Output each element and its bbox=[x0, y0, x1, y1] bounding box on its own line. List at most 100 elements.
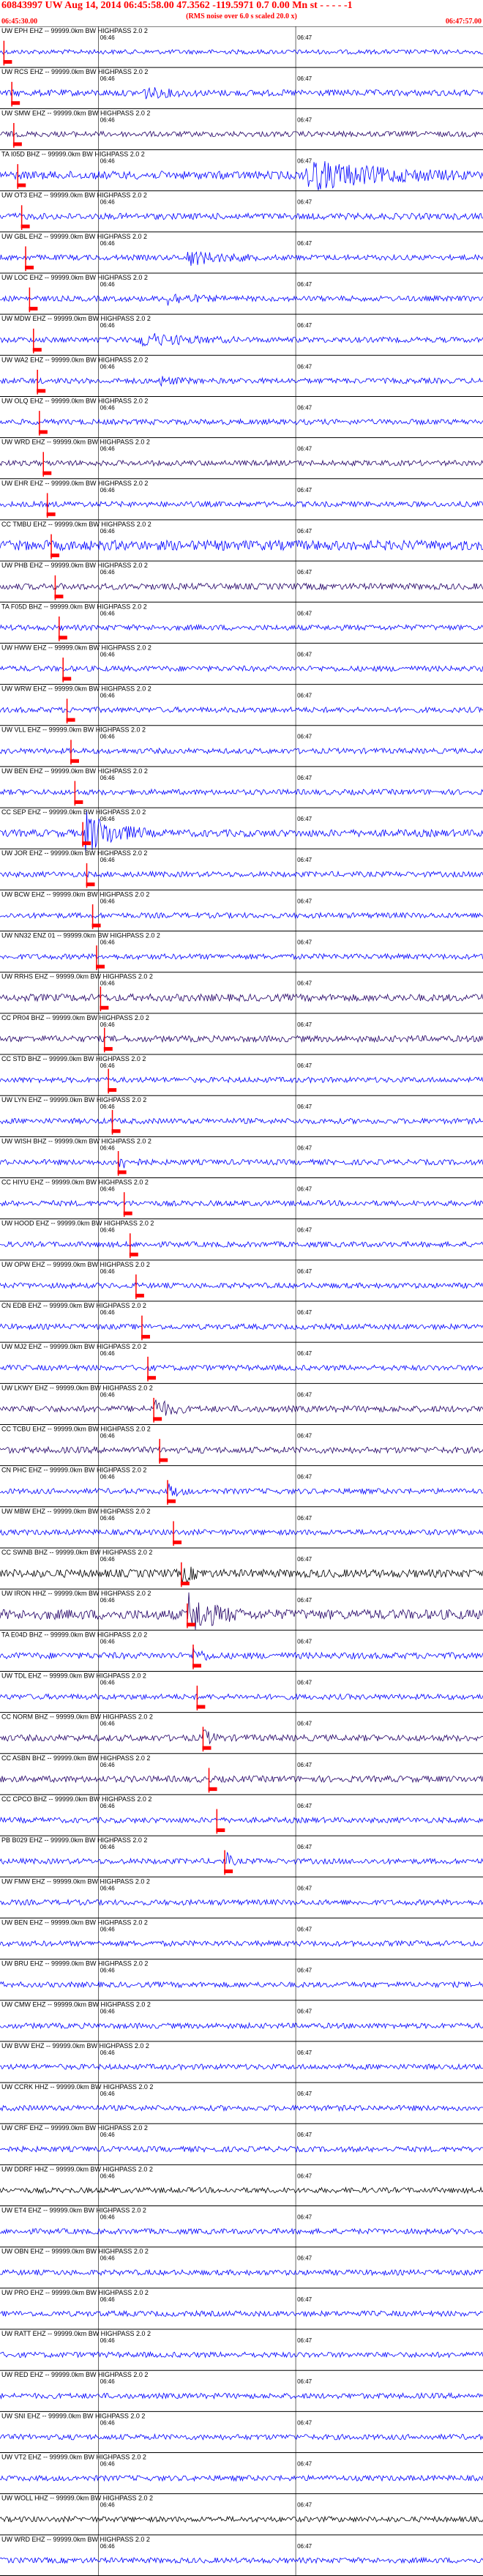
tick-label: 06:46 bbox=[100, 281, 116, 288]
waveform-trace bbox=[0, 2391, 483, 2400]
waveform-trace bbox=[0, 1035, 483, 1043]
trace-label: UW CRF EHZ -- 99999.0km BW HIGHPASS 2.0 … bbox=[1, 2124, 148, 2132]
waveform-trace bbox=[0, 582, 483, 591]
tick-label: 06:47 bbox=[297, 363, 312, 370]
pick-marker bbox=[50, 553, 60, 557]
tick-label: 06:46 bbox=[100, 816, 116, 822]
tick-label: 06:47 bbox=[297, 939, 312, 946]
waveform-trace bbox=[0, 1117, 483, 1125]
tick-label: 06:46 bbox=[100, 157, 116, 164]
tick-label: 06:47 bbox=[297, 651, 312, 658]
trace-label: UW VT2 EHZ -- 99999.0km BW HIGHPASS 2.0 … bbox=[1, 2454, 146, 2461]
tick-label: 06:46 bbox=[100, 1597, 116, 1604]
pick-marker bbox=[38, 430, 48, 434]
tick-label: 06:47 bbox=[297, 322, 312, 329]
waveform-trace bbox=[0, 130, 483, 138]
pick-marker bbox=[224, 1869, 233, 1874]
tick-label: 06:46 bbox=[100, 1515, 116, 1522]
trace-label: CN EDB EHZ -- 99999.0km BW HIGHPASS 2.0 … bbox=[1, 1302, 146, 1309]
trace-label: UW DDRF HHZ -- 99999.0km BW HIGHPASS 2.0… bbox=[1, 2165, 153, 2173]
tick-label: 06:47 bbox=[297, 1721, 312, 1727]
trace-label: UW IRON HHZ -- 99999.0km BW HIGHPASS 2.0… bbox=[1, 1590, 151, 1597]
trace-label: UW VLL EHZ -- 99999.0km BW HIGHPASS 2.0 … bbox=[1, 726, 146, 734]
tick-label: 06:47 bbox=[297, 2132, 312, 2138]
waveform-trace bbox=[0, 1730, 483, 1745]
trace-label: CC SWNB BHZ -- 99999.0km BW HIGHPASS 2.0… bbox=[1, 1549, 152, 1556]
pick-marker bbox=[32, 348, 42, 352]
tick-label: 06:47 bbox=[297, 1021, 312, 1028]
waveform-trace bbox=[0, 1363, 483, 1371]
tick-label: 06:47 bbox=[297, 2255, 312, 2262]
pick-marker bbox=[159, 1458, 168, 1462]
trace-label: UW OT3 EHZ -- 99999.0km BW HIGHPASS 2.0 … bbox=[1, 192, 147, 199]
pick-marker bbox=[100, 1005, 109, 1010]
pick-marker bbox=[186, 1623, 195, 1627]
trace-label: UW WRW EHZ -- 99999.0km BW HIGHPASS 2.0 … bbox=[1, 685, 151, 693]
trace-label: UW WRD EHZ -- 99999.0km BW HIGHPASS 2.0 … bbox=[1, 439, 150, 446]
trace-label: UW LKWY EHZ -- 99999.0km BW HIGHPASS 2.0… bbox=[1, 1384, 153, 1391]
tick-label: 06:46 bbox=[100, 322, 116, 329]
pick-marker bbox=[58, 636, 67, 640]
waveform-trace bbox=[0, 706, 483, 714]
trace-label: UW LYN EHZ -- 99999.0km BW HIGHPASS 2.0 … bbox=[1, 1096, 146, 1103]
trace-label: UW JOR EHZ -- 99999.0km BW HIGHPASS 2.0 … bbox=[1, 849, 147, 857]
tick-label: 06:46 bbox=[100, 1432, 116, 1439]
trace-label: UW MDW EHZ -- 99999.0km BW HIGHPASS 2.0 … bbox=[1, 315, 151, 322]
waveform-trace bbox=[0, 788, 483, 796]
tick-label: 06:46 bbox=[100, 1021, 116, 1028]
tick-label: 06:47 bbox=[297, 816, 312, 822]
pick-marker bbox=[86, 882, 95, 887]
waveform-trace bbox=[0, 1816, 483, 1824]
waveform-trace bbox=[0, 1981, 483, 1989]
tick-label: 06:47 bbox=[297, 75, 312, 82]
tick-label: 06:47 bbox=[297, 34, 312, 41]
pick-marker bbox=[29, 307, 38, 311]
trace-label: UW BRU EHZ -- 99999.0km BW HIGHPASS 2.0 … bbox=[1, 1960, 148, 1968]
tick-label: 06:47 bbox=[297, 1968, 312, 1974]
tick-label: 06:46 bbox=[100, 939, 116, 946]
pick-marker bbox=[46, 512, 56, 516]
tick-label: 06:47 bbox=[297, 157, 312, 164]
trace-label: UW CCRK HHZ -- 99999.0km BW HIGHPASS 2.0… bbox=[1, 2083, 153, 2091]
waveform-trace bbox=[0, 1566, 483, 1585]
tick-label: 06:47 bbox=[297, 2337, 312, 2344]
trace-label: UW WA2 EHZ -- 99999.0km BW HIGHPASS 2.0 … bbox=[1, 356, 149, 363]
trace-label: UW MBW EHZ -- 99999.0km BW HIGHPASS 2.0 … bbox=[1, 1508, 150, 1515]
tick-label: 06:47 bbox=[297, 569, 312, 576]
tick-label: 06:47 bbox=[297, 1432, 312, 1439]
tick-label: 06:47 bbox=[297, 281, 312, 288]
waveform-trace bbox=[0, 623, 483, 632]
tick-label: 06:46 bbox=[100, 2461, 116, 2468]
waveform-trace bbox=[0, 1592, 483, 1630]
tick-label: 06:47 bbox=[297, 446, 312, 453]
waveform-trace bbox=[0, 1528, 483, 1536]
tick-label: 06:47 bbox=[297, 857, 312, 863]
waveform-trace bbox=[0, 459, 483, 467]
tick-label: 06:46 bbox=[100, 898, 116, 904]
tick-label: 06:47 bbox=[297, 980, 312, 987]
tick-label: 06:47 bbox=[297, 1556, 312, 1563]
trace-label: UW OBN EHZ -- 99999.0km BW HIGHPASS 2.0 … bbox=[1, 2248, 149, 2255]
tick-label: 06:46 bbox=[100, 2419, 116, 2426]
tick-label: 06:47 bbox=[297, 2502, 312, 2509]
tick-label: 06:47 bbox=[297, 1926, 312, 1932]
tick-label: 06:46 bbox=[100, 1803, 116, 1809]
tick-label: 06:46 bbox=[100, 1638, 116, 1645]
tick-label: 06:46 bbox=[100, 610, 116, 617]
trace-label: CC SEP EHZ -- 99999.0km BW HIGHPASS 2.0 … bbox=[1, 808, 146, 816]
tick-label: 06:47 bbox=[297, 1268, 312, 1275]
waveform-trace bbox=[0, 811, 483, 852]
pick-marker bbox=[216, 1828, 225, 1832]
waveform-trace bbox=[0, 953, 483, 961]
tick-label: 06:47 bbox=[297, 1515, 312, 1522]
tick-label: 06:46 bbox=[100, 1103, 116, 1110]
tick-label: 06:46 bbox=[100, 2132, 116, 2138]
waveform-trace bbox=[0, 665, 483, 673]
tick-label: 06:46 bbox=[100, 857, 116, 863]
waveform-trace bbox=[0, 2186, 483, 2195]
trace-label: UW BEN EHZ -- 99999.0km BW HIGHPASS 2.0 … bbox=[1, 1918, 148, 1926]
waveform-trace bbox=[0, 1647, 483, 1661]
pick-marker bbox=[82, 841, 91, 846]
tick-label: 06:47 bbox=[297, 2543, 312, 2550]
tick-label: 06:47 bbox=[297, 1144, 312, 1151]
